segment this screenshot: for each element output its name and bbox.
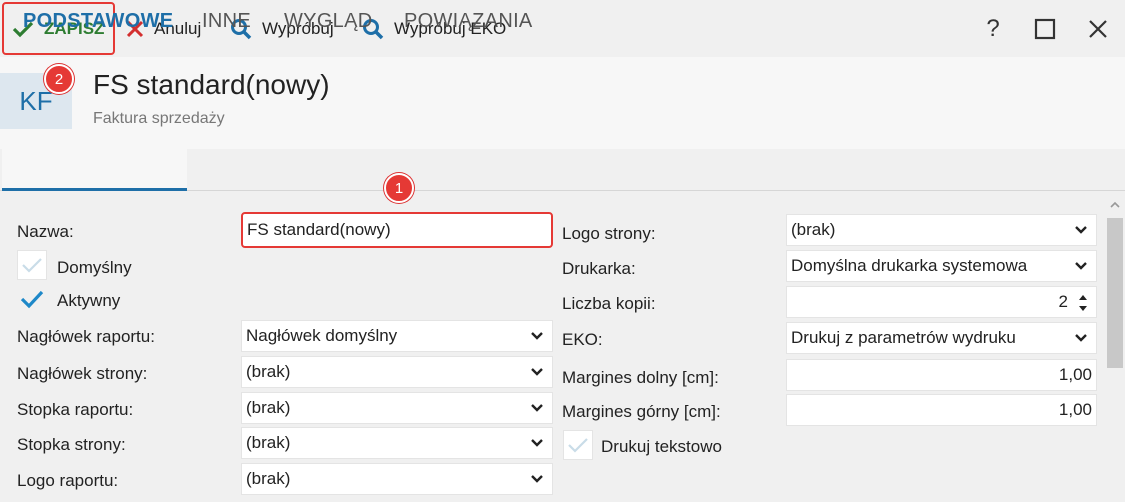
margin-bottom-label: Margines dolny [cm]: (562, 368, 719, 387)
close-icon (1089, 20, 1107, 38)
text-print-label: Drukuj tekstowo (601, 437, 722, 456)
help-button[interactable]: ? (978, 14, 1008, 44)
tab-inne[interactable]: INNE (202, 0, 251, 42)
chevron-down-icon (531, 475, 543, 483)
maximize-icon (1034, 18, 1056, 40)
page-header-select[interactable]: (brak) (241, 356, 553, 388)
chevron-down-icon (531, 439, 543, 447)
stepper-arrows-icon[interactable] (1077, 292, 1089, 314)
default-checkbox-label: Domyślny (57, 258, 132, 277)
printer-select[interactable]: Domyślna drukarka systemowa (786, 250, 1097, 282)
scroll-up-arrow-icon[interactable] (1109, 200, 1121, 210)
name-input[interactable]: FS standard(nowy) (241, 212, 553, 248)
margin-bottom-input[interactable]: 1,00 (786, 359, 1097, 391)
page-logo-select[interactable]: (brak) (786, 214, 1097, 246)
copies-stepper[interactable]: 2 (786, 286, 1097, 318)
margin-top-input[interactable]: 1,00 (786, 394, 1097, 426)
chevron-down-icon (1075, 334, 1087, 342)
printer-value: Domyślna drukarka systemowa (791, 256, 1028, 275)
tab-powiazania[interactable]: POWIĄZANIA (404, 0, 533, 42)
default-checkbox[interactable] (17, 250, 47, 280)
report-footer-label: Stopka raportu: (17, 400, 134, 419)
chevron-down-icon (531, 368, 543, 376)
copies-value: 2 (1058, 292, 1068, 311)
page-title: FS standard(nowy) (93, 69, 330, 100)
tab-podstawowe[interactable]: PODSTAWOWE (23, 0, 173, 42)
maximize-button[interactable] (1030, 14, 1060, 44)
check-icon (568, 438, 588, 453)
document-header: KF FS standard(nowy) Faktura sprzedaży (0, 57, 1125, 149)
report-header-value: Nagłówek domyślny (246, 326, 398, 345)
eko-value: Drukuj z parametrów wydruku (791, 328, 1016, 347)
tab-wyglad[interactable]: WYGLĄD (284, 0, 372, 42)
active-checkbox[interactable] (17, 284, 47, 314)
page-logo-label: Logo strony: (562, 224, 656, 243)
copies-label: Liczba kopii: (562, 294, 656, 313)
page-header-value: (brak) (246, 362, 291, 381)
page-footer-label: Stopka strony: (17, 435, 126, 454)
page-header-label: Nagłówek strony: (17, 364, 148, 383)
page-footer-value: (brak) (246, 433, 291, 452)
report-header-label: Nagłówek raportu: (17, 327, 155, 346)
report-logo-value: (brak) (246, 469, 291, 488)
check-icon (22, 258, 42, 273)
eko-label: EKO: (562, 330, 603, 349)
page-logo-value: (brak) (791, 220, 836, 239)
text-print-checkbox[interactable] (563, 430, 593, 460)
report-header-select[interactable]: Nagłówek domyślny (241, 320, 553, 352)
report-footer-select[interactable]: (brak) (241, 392, 553, 424)
tab-active-indicator (2, 149, 187, 191)
scrollbar-thumb[interactable] (1107, 218, 1123, 368)
report-footer-value: (brak) (246, 398, 291, 417)
chevron-down-icon (531, 404, 543, 412)
check-icon (20, 290, 44, 309)
annotation-badge-2: 2 (44, 64, 74, 94)
help-button-label: ? (986, 15, 1000, 42)
margin-top-label: Margines górny [cm]: (562, 402, 721, 421)
name-label: Nazwa: (17, 222, 74, 241)
chevron-down-icon (1075, 226, 1087, 234)
chevron-down-icon (531, 332, 543, 340)
close-window-button[interactable] (1083, 14, 1113, 44)
chevron-down-icon (1075, 262, 1087, 270)
printer-label: Drukarka: (562, 259, 636, 278)
report-logo-select[interactable]: (brak) (241, 463, 553, 495)
eko-select[interactable]: Drukuj z parametrów wydruku (786, 322, 1097, 354)
report-logo-label: Logo raportu: (17, 471, 119, 490)
page-footer-select[interactable]: (brak) (241, 427, 553, 459)
annotation-badge-1: 1 (384, 173, 414, 203)
active-checkbox-label: Aktywny (57, 291, 121, 310)
page-subtitle: Faktura sprzedaży (93, 110, 225, 127)
